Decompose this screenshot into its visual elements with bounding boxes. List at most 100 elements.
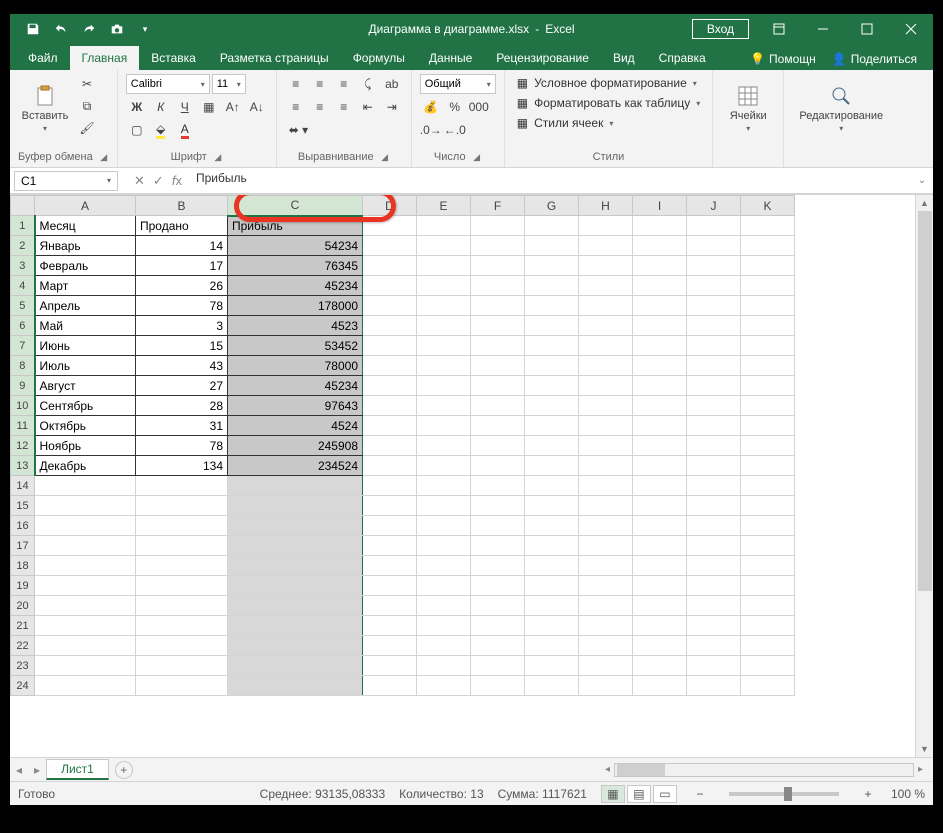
- row-header[interactable]: 1: [11, 216, 35, 236]
- editing-button[interactable]: Редактирование▾: [792, 74, 890, 142]
- cell[interactable]: [35, 676, 136, 696]
- cell[interactable]: [633, 436, 687, 456]
- cell[interactable]: [228, 596, 363, 616]
- row-header[interactable]: 2: [11, 236, 35, 256]
- cell[interactable]: Декабрь: [35, 456, 136, 476]
- cell[interactable]: 78000: [228, 356, 363, 376]
- cell[interactable]: [136, 476, 228, 496]
- cell[interactable]: [687, 276, 741, 296]
- decrease-indent-icon[interactable]: ⇤: [357, 97, 379, 117]
- cell[interactable]: [525, 416, 579, 436]
- cell[interactable]: [417, 236, 471, 256]
- cell[interactable]: [633, 556, 687, 576]
- cell[interactable]: [417, 436, 471, 456]
- tab-data[interactable]: Данные: [417, 46, 484, 70]
- cell[interactable]: [471, 316, 525, 336]
- cell[interactable]: [471, 576, 525, 596]
- cell[interactable]: [579, 316, 633, 336]
- cell[interactable]: [471, 276, 525, 296]
- align-left-icon[interactable]: ≡: [285, 97, 307, 117]
- border-icon[interactable]: ▦: [198, 97, 220, 117]
- row-header[interactable]: 16: [11, 516, 35, 536]
- cell[interactable]: [579, 576, 633, 596]
- cell[interactable]: [471, 596, 525, 616]
- cell[interactable]: [471, 556, 525, 576]
- tab-home[interactable]: Главная: [70, 46, 140, 70]
- cell[interactable]: [633, 216, 687, 236]
- cell[interactable]: [633, 536, 687, 556]
- row-header[interactable]: 17: [11, 536, 35, 556]
- cell[interactable]: [579, 476, 633, 496]
- dialog-launcher-icon[interactable]: ◢: [99, 152, 109, 162]
- cell[interactable]: [363, 356, 417, 376]
- align-bottom-icon[interactable]: ≡: [333, 74, 355, 94]
- row-header[interactable]: 7: [11, 336, 35, 356]
- cell[interactable]: [633, 356, 687, 376]
- cell[interactable]: 14: [136, 236, 228, 256]
- cell[interactable]: [633, 596, 687, 616]
- maximize-icon[interactable]: [845, 14, 889, 44]
- cell[interactable]: [228, 556, 363, 576]
- row-header[interactable]: 18: [11, 556, 35, 576]
- cell[interactable]: 43: [136, 356, 228, 376]
- cell[interactable]: [471, 416, 525, 436]
- row-header[interactable]: 12: [11, 436, 35, 456]
- cell[interactable]: [741, 636, 795, 656]
- vertical-scrollbar[interactable]: ▲ ▼: [915, 195, 933, 757]
- cell[interactable]: [471, 336, 525, 356]
- cell[interactable]: 27: [136, 376, 228, 396]
- cell[interactable]: [741, 396, 795, 416]
- underline-button[interactable]: Ч: [174, 97, 196, 117]
- cell[interactable]: Июль: [35, 356, 136, 376]
- cell[interactable]: [136, 676, 228, 696]
- cell[interactable]: [228, 636, 363, 656]
- align-top-icon[interactable]: ≡: [285, 74, 307, 94]
- cell[interactable]: [228, 616, 363, 636]
- cell[interactable]: [633, 256, 687, 276]
- cell[interactable]: [687, 516, 741, 536]
- cell[interactable]: [417, 596, 471, 616]
- cell[interactable]: [417, 516, 471, 536]
- percent-icon[interactable]: %: [444, 97, 466, 117]
- zoom-slider[interactable]: [729, 792, 839, 796]
- cell[interactable]: [579, 436, 633, 456]
- cell[interactable]: [35, 516, 136, 536]
- cell[interactable]: [741, 656, 795, 676]
- cell[interactable]: [417, 256, 471, 276]
- cell[interactable]: 134: [136, 456, 228, 476]
- column-header[interactable]: D: [363, 196, 417, 216]
- cell[interactable]: [417, 496, 471, 516]
- cell[interactable]: [363, 436, 417, 456]
- row-header[interactable]: 24: [11, 676, 35, 696]
- cell[interactable]: [417, 416, 471, 436]
- font-color-icon[interactable]: A: [174, 120, 196, 140]
- column-header[interactable]: G: [525, 196, 579, 216]
- cell[interactable]: 26: [136, 276, 228, 296]
- cell[interactable]: [136, 556, 228, 576]
- cell[interactable]: [525, 476, 579, 496]
- cell[interactable]: 15: [136, 336, 228, 356]
- cell[interactable]: [633, 656, 687, 676]
- cell[interactable]: [687, 316, 741, 336]
- copy-icon[interactable]: ⧉: [76, 96, 98, 116]
- cell[interactable]: [633, 376, 687, 396]
- dialog-launcher-icon[interactable]: ◢: [472, 152, 482, 162]
- cell[interactable]: [579, 256, 633, 276]
- cell[interactable]: [633, 316, 687, 336]
- cell[interactable]: [579, 236, 633, 256]
- close-icon[interactable]: [889, 14, 933, 44]
- cell[interactable]: [633, 236, 687, 256]
- normal-view-icon[interactable]: ▦: [601, 785, 625, 803]
- merge-icon[interactable]: ⬌ ▾: [285, 120, 312, 140]
- cell[interactable]: Сентябрь: [35, 396, 136, 416]
- cell[interactable]: [633, 336, 687, 356]
- cell[interactable]: [687, 596, 741, 616]
- cell[interactable]: Апрель: [35, 296, 136, 316]
- cell[interactable]: [35, 536, 136, 556]
- cell[interactable]: [363, 456, 417, 476]
- cell[interactable]: [687, 216, 741, 236]
- cell[interactable]: [633, 676, 687, 696]
- cell[interactable]: [579, 356, 633, 376]
- cell[interactable]: [633, 456, 687, 476]
- cell[interactable]: [471, 516, 525, 536]
